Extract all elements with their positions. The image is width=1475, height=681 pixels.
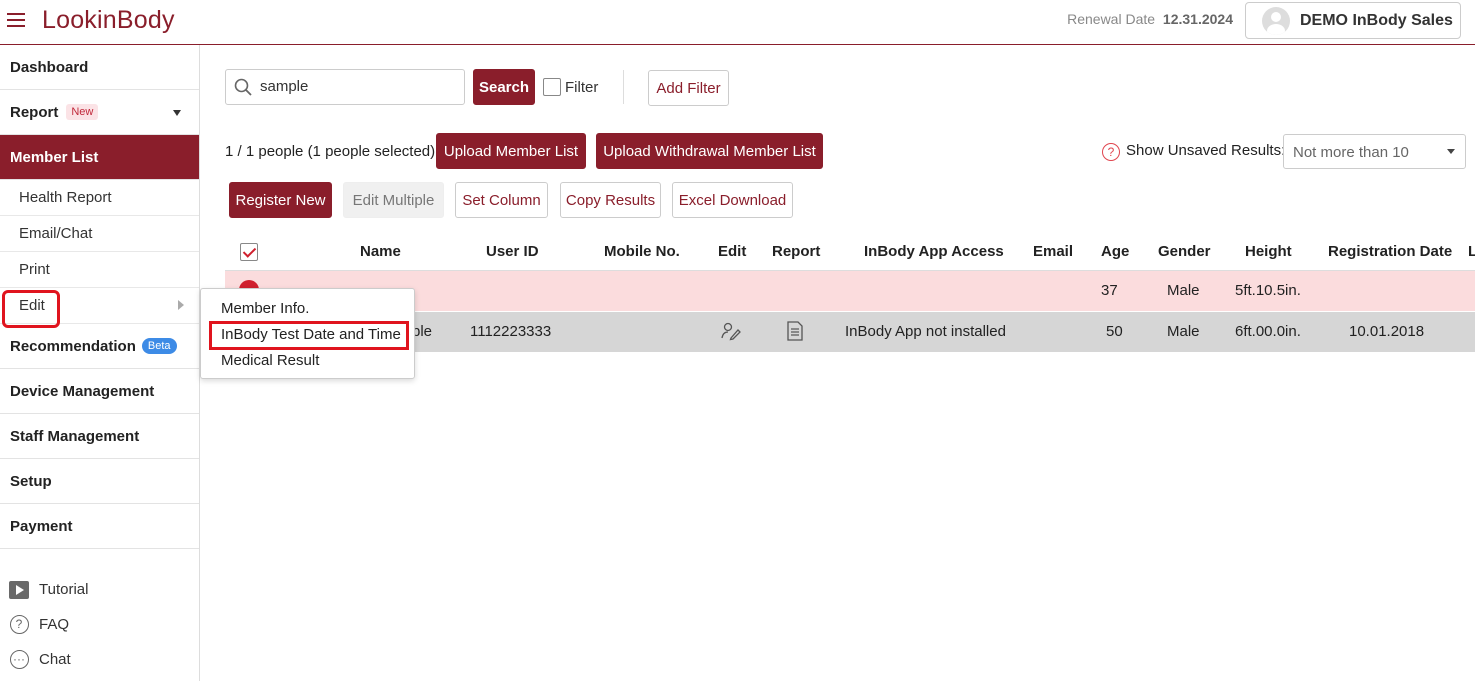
upload-member-list-button[interactable]: Upload Member List [436,133,586,169]
copy-results-button[interactable]: Copy Results [560,182,661,218]
column-header[interactable]: Mobile No. [604,243,680,260]
sidebar-item-staff-management[interactable]: Staff Management [0,414,199,459]
user-account-button[interactable]: DEMO InBody Sales [1245,2,1461,39]
column-header[interactable]: Registration Date [1328,243,1452,260]
app-logo[interactable]: LookinBody [42,6,175,35]
user-avatar-icon [1262,6,1290,35]
help-icon: ? [9,615,29,635]
chat-icon: ··· [9,650,29,670]
gender-cell: Male [1167,282,1200,299]
toolbar-divider [623,70,624,104]
people-count: 1 / 1 people (1 people selected) [225,143,436,160]
column-header[interactable]: Age [1101,243,1129,260]
column-header[interactable]: Gender [1158,243,1211,260]
set-column-button[interactable]: Set Column [455,182,548,218]
sidebar-item-label: Recommendation [10,337,136,355]
sidebar-item-label: Report [10,103,59,121]
search-field-wrapper [225,69,465,105]
top-header: LookinBody Renewal Date 12.31.2024 DEMO … [0,0,1475,45]
sidebar-item-label: Email/Chat [19,225,93,242]
renewal-date: 12.31.2024 [1162,11,1233,27]
sidebar-bottom-links: Tutorial ? FAQ ··· Chat [9,572,88,677]
tutorial-link[interactable]: Tutorial [9,572,88,607]
show-unsaved-label: Show Unsaved Results: [1126,142,1286,159]
sidebar-subitem-health-report[interactable]: Health Report [0,180,199,216]
app-access-cell: InBody App not installed [845,323,1006,340]
unsaved-results-value: Not more than 10 [1293,144,1409,161]
height-cell: 6ft.00.0in. [1235,323,1301,340]
renewal-label: Renewal Date [1067,11,1156,27]
edit-submenu: Member Info. InBody Test Date and Time M… [200,288,415,379]
report-document-icon[interactable] [786,321,804,341]
excel-download-button[interactable]: Excel Download [672,182,793,218]
sidebar-item-payment[interactable]: Payment [0,504,199,549]
search-button[interactable]: Search [473,69,535,105]
new-badge: New [66,104,99,120]
sidebar-item-label: Print [19,261,50,278]
column-header[interactable]: User ID [486,243,539,260]
upload-withdrawal-member-list-button[interactable]: Upload Withdrawal Member List [596,133,823,169]
filter-label: Filter [565,79,599,96]
sidebar-item-label: Setup [10,472,52,490]
edit-pencil-icon[interactable] [721,321,741,341]
help-icon[interactable]: ? [1102,143,1120,161]
sidebar: Dashboard Report New Member List Health … [0,45,200,681]
column-header[interactable]: L [1468,243,1475,260]
column-header: Report [772,243,821,260]
search-input[interactable] [260,78,450,95]
unsaved-results-select[interactable]: Not more than 10 [1283,134,1466,169]
menu-item-medical-result[interactable]: Medical Result [221,352,319,369]
chevron-down-icon [1447,149,1455,154]
faq-link[interactable]: ? FAQ [9,607,88,642]
sidebar-item-member-list[interactable]: Member List [0,135,199,180]
sidebar-item-dashboard[interactable]: Dashboard [0,45,199,90]
edit-highlight-box [2,290,60,328]
sidebar-item-report[interactable]: Report New [0,90,199,135]
age-cell: 37 [1101,282,1118,299]
filter-checkbox[interactable] [543,78,561,96]
faq-label: FAQ [39,616,70,633]
beta-badge: Beta [141,338,177,354]
sidebar-item-recommendation[interactable]: Recommendation Beta [0,324,199,369]
menu-item-member-info[interactable]: Member Info. [221,300,309,317]
sidebar-subitem-email-chat[interactable]: Email/Chat [0,216,199,252]
sidebar-item-label: Staff Management [10,427,140,445]
edit-multiple-button[interactable]: Edit Multiple [343,182,444,218]
sidebar-item-device-management[interactable]: Device Management [0,369,199,414]
register-new-button[interactable]: Register New [229,182,332,218]
chat-label: Chat [39,651,71,668]
table-header: Name User ID Mobile No. Edit Report InBo… [225,232,1475,271]
sidebar-subitem-print[interactable]: Print [0,252,199,288]
sidebar-item-label: Health Report [19,189,112,206]
column-header[interactable]: InBody App Access [864,243,1004,260]
play-icon [9,580,29,600]
search-icon [234,78,252,96]
select-all-checkbox[interactable] [240,243,258,261]
user-name: DEMO InBody Sales [1300,11,1453,29]
column-header[interactable]: Name [360,243,401,260]
column-header[interactable]: Email [1033,243,1073,260]
sidebar-item-label: Dashboard [10,58,89,76]
sidebar-item-setup[interactable]: Setup [0,459,199,504]
column-header: Edit [718,243,747,260]
sidebar-item-label: Member List [10,148,99,166]
sidebar-item-label: Payment [10,517,73,535]
height-cell: 5ft.10.5in. [1235,282,1301,299]
chevron-right-icon [178,300,184,310]
sidebar-subitem-edit[interactable]: Edit [0,288,199,328]
tutorial-label: Tutorial [39,581,89,598]
hamburger-menu-icon[interactable] [7,13,25,27]
user-id-cell: 1112223333 [470,323,552,340]
age-cell: 50 [1106,323,1123,340]
registration-date-cell: 10.01.2018 [1349,323,1425,340]
renewal-info: Renewal Date 12.31.2024 [1067,11,1233,27]
chat-link[interactable]: ··· Chat [9,642,88,677]
menu-highlight-box [209,321,409,350]
name-cell[interactable]: ple [412,323,432,340]
sidebar-item-label: Device Management [10,382,155,400]
add-filter-button[interactable]: Add Filter [648,70,729,106]
column-header[interactable]: Height [1245,243,1292,260]
chevron-down-icon [173,110,181,116]
gender-cell: Male [1167,323,1200,340]
